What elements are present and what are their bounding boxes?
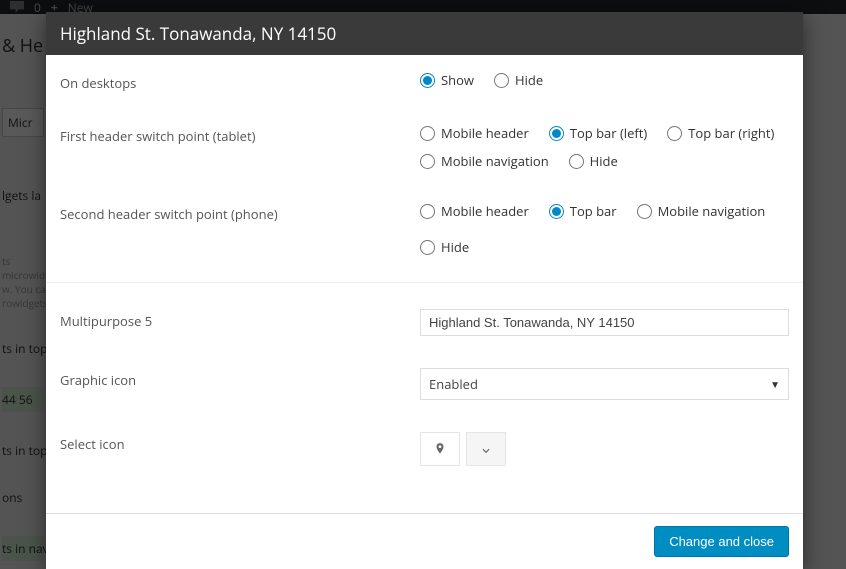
graphic-icon-select[interactable]: Enabled ▼ (420, 368, 789, 400)
settings-modal: Highland St. Tonawanda, NY 14150 On desk… (46, 12, 803, 569)
radio-phone-mobile-nav[interactable]: Mobile navigation (637, 202, 766, 220)
icon-picker-down-button[interactable] (466, 432, 506, 466)
map-pin-icon (433, 442, 447, 456)
multipurpose-input[interactable] (420, 309, 789, 336)
row-tablet: First header switch point (tablet) Mobil… (46, 108, 803, 186)
radio-input[interactable] (549, 126, 564, 141)
radio-phone-hide[interactable]: Hide (420, 238, 469, 256)
change-and-close-button[interactable]: Change and close (654, 526, 789, 557)
radio-phone-mobile-header[interactable]: Mobile header (420, 202, 529, 220)
arrow-down-icon (479, 442, 493, 456)
label-select-icon: Select icon (60, 432, 420, 453)
radio-input[interactable] (667, 126, 682, 141)
label-multipurpose: Multipurpose 5 (60, 309, 420, 330)
row-phone: Second header switch point (phone) Mobil… (46, 186, 803, 272)
modal-title: Highland St. Tonawanda, NY 14150 (46, 12, 803, 55)
select-value: Enabled (429, 375, 478, 393)
radio-tablet-mobile-nav[interactable]: Mobile navigation (420, 152, 549, 170)
radio-input[interactable] (569, 154, 584, 169)
radio-tablet-mobile-header[interactable]: Mobile header (420, 124, 529, 142)
radio-input[interactable] (420, 240, 435, 255)
row-graphic-icon: Graphic icon Enabled ▼ (46, 352, 803, 416)
row-select-icon: Select icon (46, 416, 803, 482)
radio-input[interactable] (420, 126, 435, 141)
modal-body: On desktops Show Hide First header switc… (46, 55, 803, 513)
row-desktops: On desktops Show Hide (46, 55, 803, 108)
radio-phone-topbar[interactable]: Top bar (549, 202, 617, 220)
radio-desktops-hide[interactable]: Hide (494, 71, 543, 89)
radio-input[interactable] (420, 154, 435, 169)
radio-tablet-hide[interactable]: Hide (569, 152, 618, 170)
radio-tablet-topbar-right[interactable]: Top bar (right) (667, 124, 774, 142)
chevron-down-icon: ▼ (770, 377, 780, 391)
radio-input[interactable] (637, 204, 652, 219)
label-graphic-icon: Graphic icon (60, 368, 420, 389)
label-tablet: First header switch point (tablet) (60, 124, 420, 145)
radio-input[interactable] (494, 73, 509, 88)
icon-picker-location-button[interactable] (420, 432, 460, 466)
label-phone: Second header switch point (phone) (60, 202, 420, 223)
radio-tablet-topbar-left[interactable]: Top bar (left) (549, 124, 647, 142)
radio-input[interactable] (420, 204, 435, 219)
radio-input[interactable] (549, 204, 564, 219)
divider (46, 282, 803, 283)
label-desktops: On desktops (60, 71, 420, 92)
radio-desktops-show[interactable]: Show (420, 71, 474, 89)
radio-input[interactable] (420, 73, 435, 88)
modal-footer: Change and close (46, 513, 803, 569)
row-multipurpose: Multipurpose 5 (46, 293, 803, 352)
